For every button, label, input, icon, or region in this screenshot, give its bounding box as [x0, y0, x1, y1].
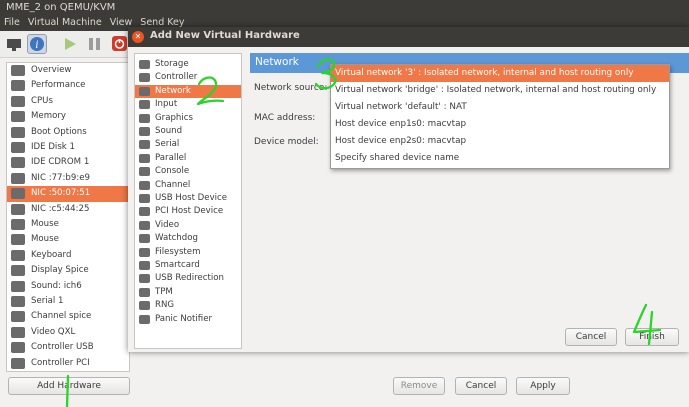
annotation-mark-2 [196, 76, 225, 106]
annotation-mark-3 [314, 58, 337, 90]
annotation-mark-4 [632, 303, 662, 346]
annotation-mark-arrow [65, 374, 70, 407]
annotation-overlay [65, 58, 662, 407]
